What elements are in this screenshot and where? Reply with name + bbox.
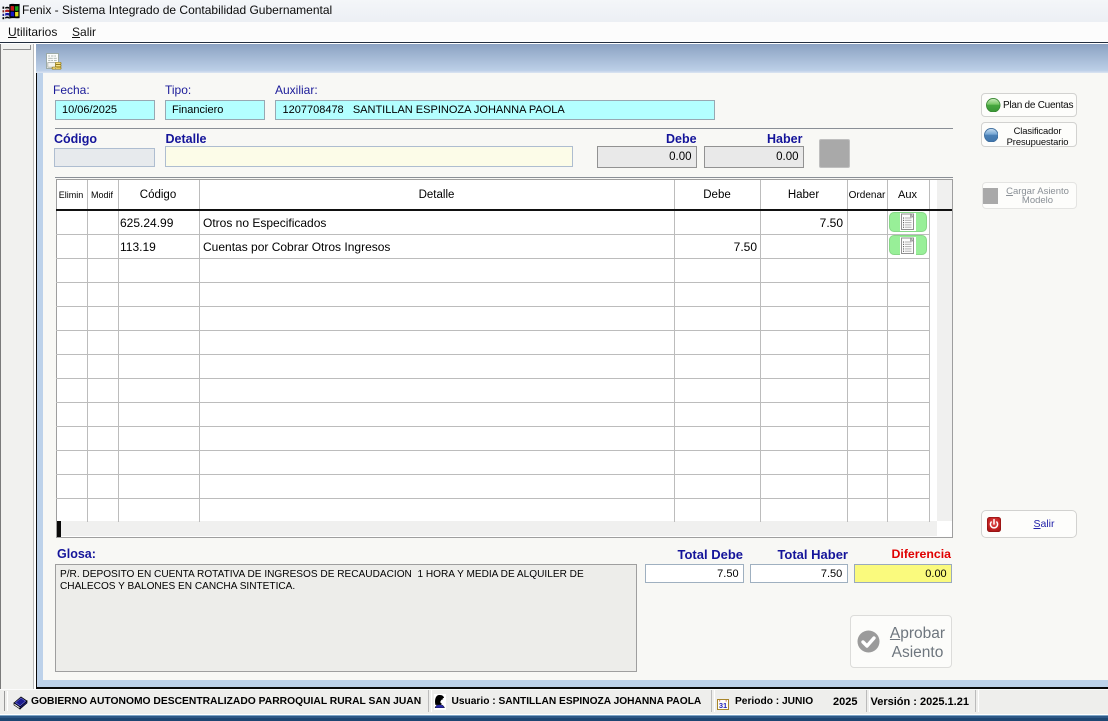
svg-text:31: 31 [718, 701, 726, 710]
